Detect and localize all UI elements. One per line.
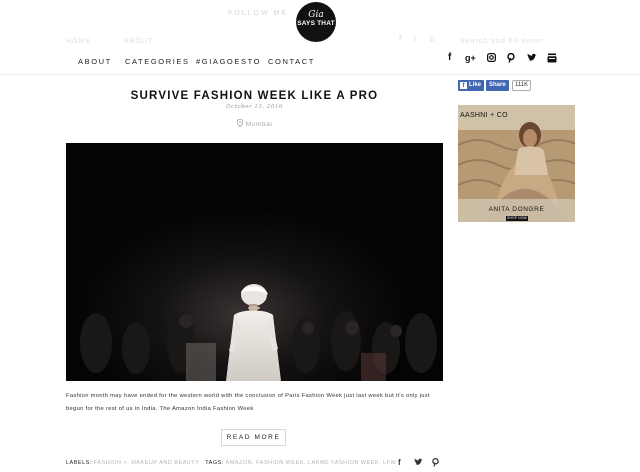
post-date: October 13, 2016: [226, 104, 283, 110]
post-excerpt: Fashion month may have ended for the wes…: [66, 393, 430, 412]
nav-item-giagoesto[interactable]: #GIAGOESTO: [196, 57, 261, 66]
facebook-icon[interactable]: f: [448, 53, 451, 63]
facebook-icon[interactable]: f: [399, 34, 401, 43]
logo-script: Gia: [308, 10, 324, 20]
post-title[interactable]: SURVIVE FASHION WEEK LIKE A PRO: [66, 90, 443, 102]
share-pinterest-icon[interactable]: [432, 457, 439, 469]
ad-designer-name: ANITA DONGRE: [488, 206, 545, 213]
nav-divider: [0, 74, 640, 75]
nav-item-categories[interactable]: CATEGORIES: [125, 57, 190, 66]
like-count: 111K: [512, 80, 532, 91]
site-logo[interactable]: Gia SAYS THAT: [296, 2, 336, 42]
nav-item-about[interactable]: ABOUT: [78, 57, 112, 66]
location-text: Mumbai: [245, 121, 273, 128]
post-meta: LABELS: FASHION +, MAKEUP AND BEAUTY TAG…: [66, 460, 396, 466]
top-link-home[interactable]: HOME: [66, 38, 91, 45]
post-location: Mumbai: [66, 118, 443, 128]
instagram-icon[interactable]: [486, 52, 497, 65]
top-link-about[interactable]: ABOUT: [124, 38, 153, 45]
ad-shop-now-button[interactable]: SHOP NOW: [506, 216, 528, 221]
youtube-icon[interactable]: [547, 53, 557, 66]
like-label: Like: [469, 82, 482, 88]
share-twitter-icon[interactable]: [414, 458, 423, 468]
nav-item-contact[interactable]: CONTACT: [268, 57, 315, 66]
labels-value[interactable]: FASHION +, MAKEUP AND BEAUTY: [94, 460, 199, 466]
labels-label: LABELS:: [66, 460, 92, 466]
tags-label: TAGS:: [205, 460, 224, 466]
share-facebook-icon[interactable]: f: [398, 458, 401, 467]
twitter-icon[interactable]: t: [414, 34, 416, 43]
sidebar-ad-banner[interactable]: AASHNI + CO: [458, 105, 575, 222]
ad-brand: AASHNI + CO: [460, 112, 508, 119]
facebook-like-button[interactable]: f Like: [458, 80, 485, 91]
tags-value[interactable]: AMAZON, FASHION WEEK, LAKME FASHION WEEK…: [226, 460, 397, 466]
google-plus-icon[interactable]: g+: [465, 53, 476, 63]
post-hero-image[interactable]: [66, 143, 443, 381]
read-more-button[interactable]: READ MORE: [221, 429, 286, 446]
pinterest-icon[interactable]: p: [430, 34, 434, 43]
facebook-logo-icon: f: [460, 82, 467, 89]
top-search-hint[interactable]: Search and hit enter: [460, 38, 543, 45]
logo-wordmark: SAYS THAT: [297, 20, 335, 27]
follow-text: FOLLOW ME: [228, 10, 289, 17]
map-pin-icon: [236, 118, 243, 128]
pinterest-icon[interactable]: [507, 52, 515, 66]
facebook-share-button[interactable]: Share: [486, 80, 509, 91]
twitter-icon[interactable]: [527, 53, 537, 65]
